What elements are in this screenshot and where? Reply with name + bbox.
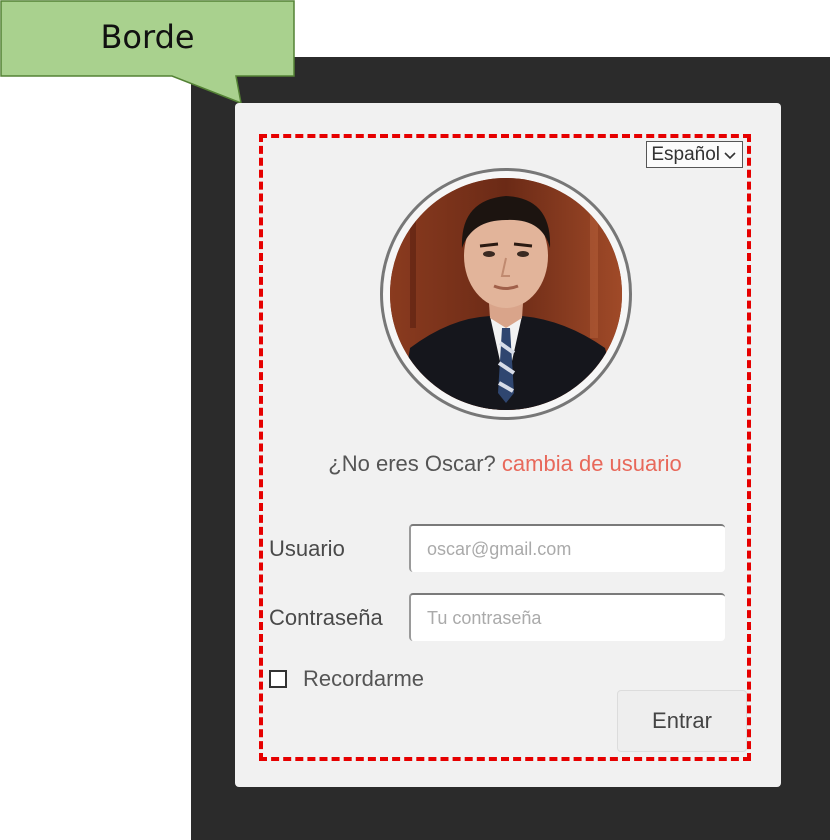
language-select-value: Español <box>651 144 720 165</box>
login-card: Español ¿No eres Oscar? cambia de usuari… <box>235 103 781 787</box>
user-photo-icon <box>390 178 622 410</box>
language-select[interactable]: Español <box>646 141 743 168</box>
chevron-down-icon <box>724 152 736 160</box>
remember-checkbox[interactable] <box>269 670 287 688</box>
avatar <box>390 178 622 410</box>
password-input[interactable] <box>409 593 725 641</box>
not-you-line: ¿No eres Oscar? cambia de usuario <box>263 451 747 477</box>
username-label: Usuario <box>269 536 345 561</box>
submit-button[interactable]: Entrar <box>617 690 747 752</box>
change-user-link[interactable]: cambia de usuario <box>502 451 682 476</box>
avatar-frame <box>380 168 632 420</box>
username-input[interactable] <box>409 524 725 572</box>
callout-annotation: Borde <box>0 0 295 105</box>
screenshot-stage: Borde Español ¿No eres Oscar? cambia de … <box>0 0 830 840</box>
remember-label: Recordarme <box>303 666 425 691</box>
password-label: Contraseña <box>269 605 383 630</box>
remember-row: Recordarme <box>269 666 424 692</box>
not-you-text: ¿No eres Oscar? <box>328 451 496 476</box>
dashed-border-area: Español ¿No eres Oscar? cambia de usuari… <box>259 134 751 761</box>
callout-label: Borde <box>100 18 195 56</box>
